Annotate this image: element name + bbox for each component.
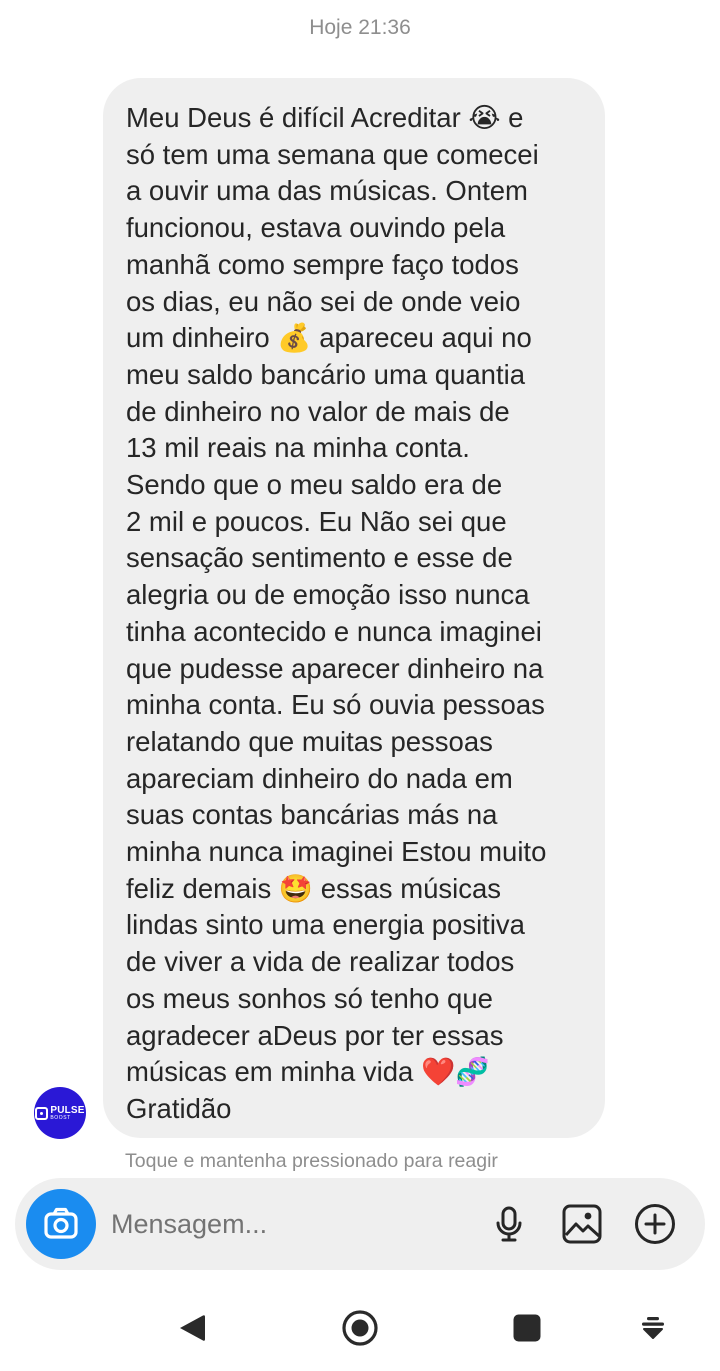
add-button[interactable] — [634, 1203, 676, 1250]
hide-keyboard-icon — [642, 1317, 664, 1339]
message-line: os meus sonhos só tenho que — [126, 982, 493, 1014]
message-line: tinha acontecido e nunca imaginei — [126, 615, 542, 647]
message-composer — [15, 1178, 705, 1270]
back-icon — [180, 1315, 205, 1341]
pulse-logo-icon — [35, 1106, 49, 1120]
nav-back-button[interactable] — [178, 1313, 206, 1348]
home-icon — [342, 1310, 378, 1346]
message-line: de dinheiro no valor de mais de — [126, 395, 510, 427]
message-line: funcionou, estava ouvindo pela — [126, 212, 506, 244]
gallery-icon — [562, 1204, 602, 1244]
add-circle-icon — [635, 1204, 675, 1244]
message-line: manhã como sempre faço todos — [126, 248, 519, 280]
message-line: só tem uma semana que comecei — [126, 138, 539, 170]
nav-hide-keyboard-button[interactable] — [639, 1314, 667, 1347]
timestamp: Hoje 21:36 — [309, 16, 411, 39]
message-line: um dinheiro 💰 apareceu aqui no — [126, 322, 532, 354]
message-line: Gratidão — [126, 1092, 232, 1124]
message-line: suas contas bancárias más na — [126, 799, 498, 831]
camera-button[interactable] — [26, 1189, 96, 1259]
microphone-icon — [496, 1206, 522, 1242]
message-line: sensação sentimento e esse de — [126, 542, 513, 574]
message-line: meu saldo bancário uma quantia — [126, 358, 526, 390]
avatar[interactable]: PULSE BOOST — [34, 1087, 86, 1139]
message-input[interactable] — [111, 1202, 471, 1246]
message-line: 13 mil reais na minha conta. — [126, 432, 470, 464]
message-line: a ouvir uma das músicas. Ontem — [126, 175, 528, 207]
message-bubble[interactable]: Meu Deus é difícil Acreditar 😭 e só tem … — [103, 78, 605, 1138]
message-line: músicas em minha vida ❤️🧬 — [126, 1056, 490, 1088]
recents-icon — [513, 1314, 541, 1342]
message-line: de viver a vida de realizar todos — [126, 946, 515, 978]
message-line: agradecer aDeus por ter essas — [126, 1019, 504, 1051]
message-line: feliz demais 🤩 essas músicas — [126, 872, 502, 904]
message-line: Meu Deus é difícil Acreditar 😭 e — [126, 102, 524, 133]
microphone-button[interactable] — [488, 1203, 530, 1250]
message-line: 2 mil e poucos. Eu Não sei que — [126, 505, 507, 537]
message-line: que pudesse aparecer dinheiro na — [126, 652, 544, 684]
message-line: lindas sinto uma energia positiva — [126, 909, 525, 941]
nav-recents-button[interactable] — [512, 1313, 542, 1348]
reaction-hint: Toque e mantenha pressionado para reagir — [125, 1150, 498, 1172]
nav-home-button[interactable] — [341, 1309, 379, 1352]
message-line: relatando que muitas pessoas — [126, 725, 493, 757]
avatar-logo: PULSE BOOST — [35, 1104, 85, 1121]
message-line: Sendo que o meu saldo era de — [126, 469, 503, 501]
gallery-button[interactable] — [561, 1203, 603, 1250]
message-line: minha nunca imaginei Estou muito — [126, 836, 547, 868]
message-line: os dias, eu não sei de onde veio — [126, 285, 521, 317]
message-line: minha conta. Eu só ouvia pessoas — [126, 689, 545, 721]
camera-icon — [44, 1207, 78, 1239]
avatar-sub: BOOST — [50, 1114, 71, 1121]
message-line: alegria ou de emoção isso nunca — [126, 579, 530, 611]
message-line: apareciam dinheiro do nada em — [126, 762, 513, 794]
avatar-brand: PULSE — [50, 1104, 85, 1116]
